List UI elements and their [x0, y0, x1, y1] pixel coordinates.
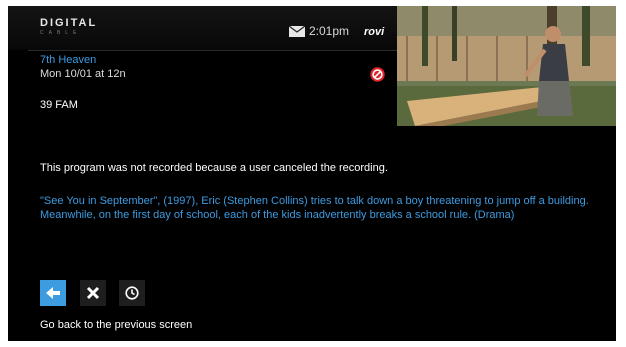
close-icon: [86, 286, 100, 300]
clock-icon: [125, 286, 139, 300]
header-bar: DIGITAL CABLE 2:01pm rovi: [8, 6, 398, 50]
schedule-button[interactable]: [119, 280, 145, 306]
recording-status-message: This program was not recorded because a …: [40, 162, 388, 174]
cancel-icon: [370, 67, 385, 82]
back-arrow-icon: [46, 287, 60, 299]
header-divider: [28, 50, 398, 51]
program-description: "See You in September", (1997), Eric (St…: [40, 195, 589, 221]
brand-logo: DIGITAL: [40, 17, 98, 29]
live-preview-video: [397, 6, 616, 126]
channel-label: 39 FAM: [40, 99, 78, 111]
delete-button[interactable]: [80, 280, 106, 306]
brand-logo-subtitle: CABLE: [40, 30, 82, 36]
back-button[interactable]: [40, 280, 66, 306]
current-time: 2:01pm: [309, 24, 350, 38]
mail-icon: [289, 26, 305, 37]
program-title: 7th Heaven: [40, 54, 97, 66]
guide-logo: rovi: [364, 26, 385, 38]
program-airing-time: Mon 10/01 at 12n: [40, 68, 126, 80]
action-hint: Go back to the previous screen: [40, 319, 193, 331]
program-details-screen: DIGITAL CABLE 2:01pm rovi 7th Heaven Mon…: [8, 6, 616, 341]
